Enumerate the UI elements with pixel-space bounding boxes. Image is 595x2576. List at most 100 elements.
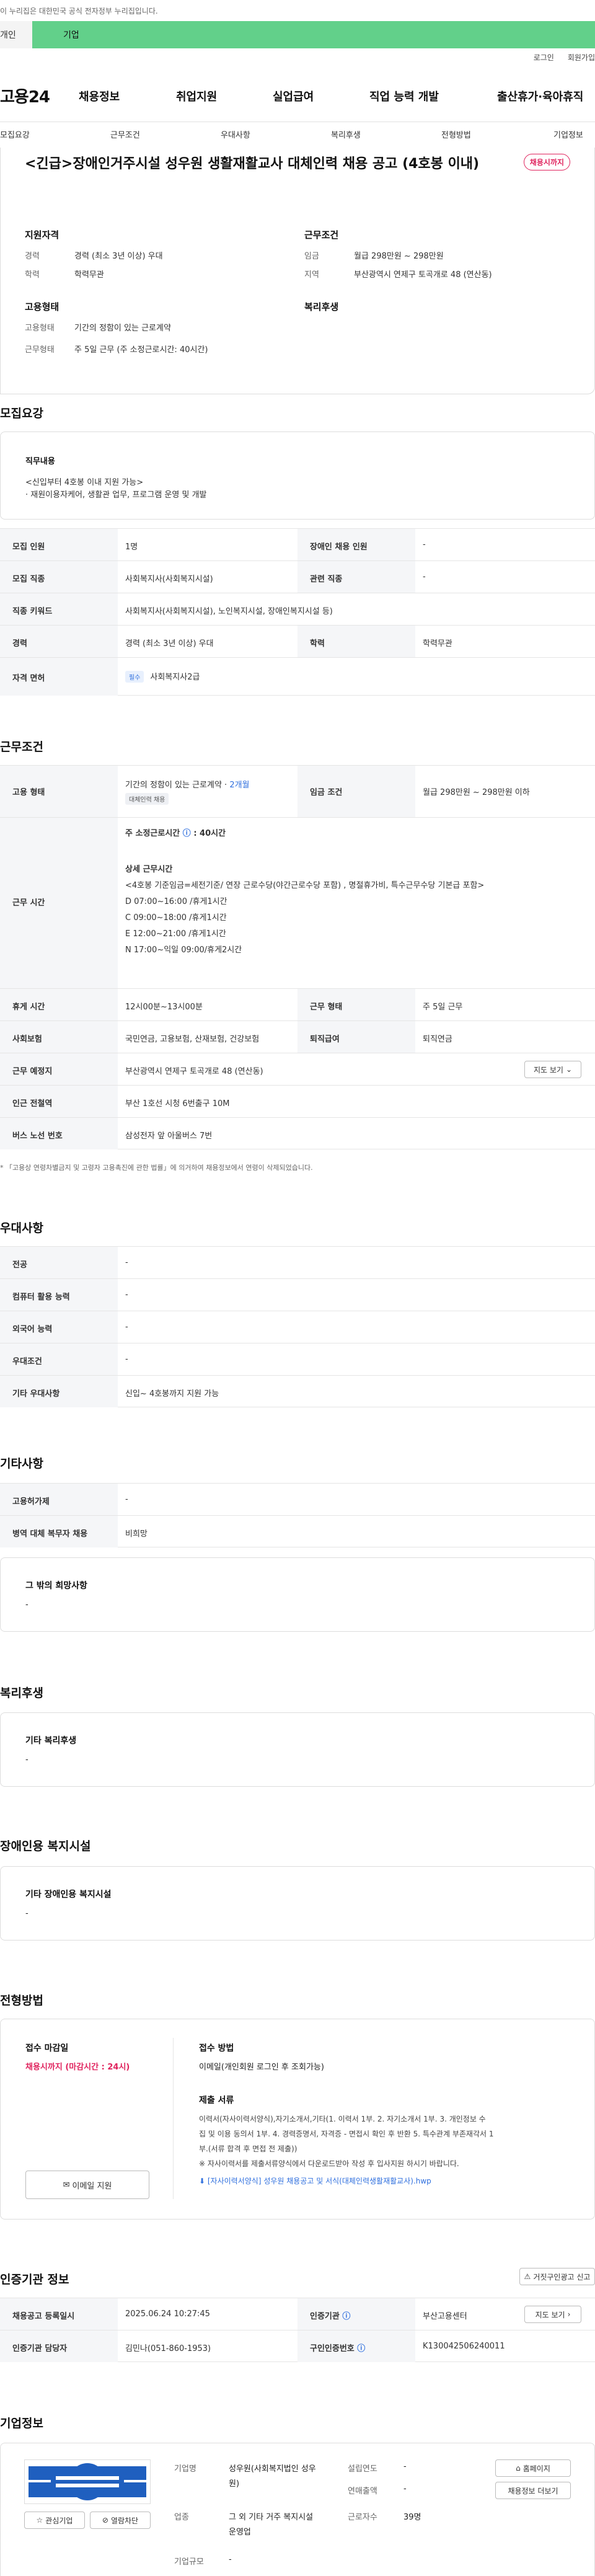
info-icon: ⓘ bbox=[182, 829, 191, 838]
org-map-button[interactable]: 지도 보기 › bbox=[524, 2306, 581, 2323]
block-view-button[interactable]: ⊘ 열람차단 bbox=[90, 2512, 151, 2529]
chevron-down-icon: ⌄ bbox=[565, 1065, 573, 1074]
table-row: 고용허가제 - bbox=[0, 1483, 595, 1515]
utility-links: 로그인 회원가입 bbox=[534, 52, 595, 63]
subnav-work-conditions[interactable]: 근무조건 bbox=[110, 128, 140, 140]
chevron-right-icon: › bbox=[567, 2310, 571, 2319]
nav-unemployment-benefit[interactable]: 실업급여 bbox=[273, 88, 314, 104]
subnav-preferences[interactable]: 우대사항 bbox=[221, 128, 250, 140]
info-icon: ⓘ bbox=[357, 2344, 366, 2353]
login-link[interactable]: 로그인 bbox=[534, 52, 554, 63]
emp-form: 근무형태 주 5일 근무 (주 소정근로시간: 40시간) bbox=[25, 345, 208, 355]
nav-maternity-leave[interactable]: 출산휴가·육아휴직 bbox=[497, 88, 583, 104]
qual-career: 경력 경력 (최소 3년 이상) 우대 bbox=[25, 252, 163, 261]
duty-box: 직무내용 <신입부터 4호봉 이내 지원 가능> · 재원이용자케어, 생활관 … bbox=[0, 432, 595, 520]
cond-wage: 임금 월급 298만원 ~ 298만원 bbox=[304, 252, 444, 261]
disabled-facility-section-title: 장애인용 복지시설 bbox=[0, 1839, 91, 1853]
table-row: 휴게 시간 12시00분~13시00분 근무 형태 주 5일 근무 bbox=[0, 988, 595, 1020]
company-name: 성우원(사회복지법인 성우원) bbox=[229, 2464, 316, 2489]
recruit-section-title: 모집요강 bbox=[0, 407, 43, 420]
subnav-company[interactable]: 기업정보 bbox=[553, 128, 583, 140]
qualification-heading: 지원자격 bbox=[25, 229, 60, 241]
subnav-recruit[interactable]: 모집요강 bbox=[0, 128, 30, 140]
table-row: 컴퓨터 활용 능력 - bbox=[0, 1278, 595, 1311]
job-title: <긴급>장애인거주시설 성우원 생활재활교사 대체인력 채용 공고 (4호봉 이… bbox=[25, 156, 480, 172]
member-type-tabs: 개인 기업 bbox=[0, 21, 595, 48]
attachment-link[interactable]: ⬇ [자사이력서양식] 성우원 채용공고 및 서식(대체인력생활재활교사).hw… bbox=[199, 2175, 431, 2186]
mail-icon: ✉ bbox=[63, 2180, 70, 2190]
condition-heading: 근무조건 bbox=[304, 229, 339, 241]
download-icon: ⬇ bbox=[199, 2177, 208, 2185]
emp-type: 고용형태 기간의 정함이 있는 근로계약 bbox=[25, 324, 171, 333]
nav-employment-support[interactable]: 취업지원 bbox=[176, 88, 217, 104]
method-value: 이메일(개인회원 로그인 후 조회가능) bbox=[199, 2063, 324, 2072]
home-icon: ⌂ bbox=[516, 2464, 521, 2472]
divider bbox=[173, 2038, 174, 2199]
required-badge: 필수 bbox=[125, 671, 144, 683]
more-jobs-button[interactable]: 채용정보 더보기 bbox=[495, 2482, 571, 2499]
email-apply-button[interactable]: ✉ 이메일 지원 bbox=[25, 2171, 149, 2199]
report-fake-ad-button[interactable]: ⚠ 거짓구인광고 신고 bbox=[519, 2268, 595, 2285]
tab-personal[interactable]: 개인 bbox=[0, 21, 32, 48]
welfare-heading: 복리후생 bbox=[304, 301, 339, 312]
etc-section-title: 기타사항 bbox=[0, 1457, 43, 1471]
block-icon: ⊘ bbox=[102, 2516, 108, 2525]
deadline-heading: 접수 마감일 bbox=[25, 2043, 69, 2053]
process-section-title: 전형방법 bbox=[0, 1994, 43, 2007]
company-logo bbox=[24, 2459, 151, 2504]
gov-notice-bar: 이 누리집은 대한민국 공식 전자정부 누리집입니다. bbox=[0, 0, 595, 21]
table-row: 직종 키워드 사회복지사(사회복지시설), 노인복지시설, 장애인복지시설 등) bbox=[0, 593, 595, 625]
age-footnote: * 「고용상 연령차별금지 및 고령자 고용촉진에 관한 법률」에 의거하여 채… bbox=[0, 1164, 313, 1172]
deadline-value: 채용시까지 (마감시간 : 24시) bbox=[25, 2063, 130, 2072]
nav-vocational-training[interactable]: 직업 능력 개발 bbox=[369, 88, 439, 104]
table-row: 근무 시간 주 소정근로시간 ⓘ : 40시간 상세 근무시간 <4호봉 기준임… bbox=[0, 817, 595, 988]
table-row: 경력 경력 (최소 3년 이상) 우대 학력 학력무관 bbox=[0, 625, 595, 657]
status-badge: 채용시까지 bbox=[523, 154, 570, 170]
gov-notice-text: 이 누리집은 대한민국 공식 전자정부 누리집입니다. bbox=[0, 7, 158, 15]
table-row: 병역 대체 복무자 채용 비희망 bbox=[0, 1515, 595, 1547]
table-row: 고용 형태 기간의 정함이 있는 근로계약 · 2개월 대체인력 채용 임금 조… bbox=[0, 765, 595, 817]
employment-type-heading: 고용형태 bbox=[25, 301, 60, 312]
nav-job-info[interactable]: 채용정보 bbox=[79, 88, 120, 104]
duty-line: <신입부터 4호봉 이내 지원 가능> bbox=[25, 478, 144, 487]
cond-region: 지역 부산광역시 연제구 토곡개로 48 (연산동) bbox=[304, 270, 492, 280]
tab-company[interactable]: 기업 bbox=[32, 21, 595, 48]
table-row: 모집 직종 사회복지사(사회복지시설) 관련 직종 - bbox=[0, 560, 595, 593]
method-heading: 접수 방법 bbox=[199, 2043, 234, 2053]
other-wish-box: 그 밖의 희망사항 - bbox=[0, 1557, 595, 1632]
qual-education: 학력 학력무관 bbox=[25, 270, 104, 280]
signup-link[interactable]: 회원가입 bbox=[568, 52, 595, 63]
welfare-box: 기타 복리후생 - bbox=[0, 1712, 595, 1787]
table-row: 사회보험 국민연금, 고용보험, 산재보험, 건강보험 퇴직급여 퇴직연금 bbox=[0, 1020, 595, 1053]
table-row: 모집 인원 1명 장애인 채용 인원 - bbox=[0, 528, 595, 560]
table-row: 인증기관 담당자 김민나(051-860-1953) 구인인증번호 ⓘ K130… bbox=[0, 2330, 595, 2362]
table-row: 근무 예정지 부산광역시 연제구 토곡개로 48 (연산동) 지도 보기 ⌄ bbox=[0, 1053, 595, 1085]
subnav-welfare[interactable]: 복리후생 bbox=[331, 128, 361, 140]
company-box: ☆ 관심기업 ⊘ 열람차단 기업명 성우원(사회복지법인 성우원) 설립연도 - 연… bbox=[0, 2443, 595, 2576]
table-row: 우대조건 - bbox=[0, 1343, 595, 1375]
star-icon: ☆ bbox=[36, 2516, 43, 2525]
disabled-facility-box: 기타 장애인용 복지시설 - bbox=[0, 1866, 595, 1941]
favorite-company-button[interactable]: ☆ 관심기업 bbox=[24, 2512, 85, 2529]
process-box: 접수 마감일 채용시까지 (마감시간 : 24시) ✉ 이메일 지원 접수 방법 … bbox=[0, 2019, 595, 2220]
table-row: 기타 우대사항 신입~ 4호봉까지 지원 가능 bbox=[0, 1375, 595, 1407]
subnav-process[interactable]: 전형방법 bbox=[441, 128, 471, 140]
homepage-button[interactable]: ⌂ 홈페이지 bbox=[495, 2459, 571, 2477]
info-icon: ⓘ bbox=[342, 2312, 351, 2321]
welfare-section-title: 복리후생 bbox=[0, 1686, 43, 1700]
work-section-title: 근무조건 bbox=[0, 740, 43, 754]
table-row: 버스 노선 번호 삼성전자 앞 아울버스 7번 bbox=[0, 1117, 595, 1149]
preference-section-title: 우대사항 bbox=[0, 1221, 43, 1235]
warning-icon: ⚠ bbox=[524, 2272, 531, 2281]
table-row: 인근 전철역 부산 1호선 시청 6번출구 10M bbox=[0, 1085, 595, 1117]
documents-heading: 제출 서류 bbox=[199, 2096, 234, 2105]
duty-heading: 직무내용 bbox=[25, 457, 55, 466]
table-row: 전공 - bbox=[0, 1246, 595, 1278]
substitute-badge: 대체인력 채용 bbox=[125, 793, 169, 805]
table-row: 외국어 능력 - bbox=[0, 1311, 595, 1343]
cert-section-title: 인증기관 정보 bbox=[0, 2273, 69, 2286]
company-section-title: 기업정보 bbox=[0, 2417, 43, 2430]
site-logo[interactable]: 고용24 bbox=[0, 84, 50, 107]
company-industry: 그 외 기타 거주 복지시설 운영업 bbox=[229, 2513, 314, 2537]
map-button[interactable]: 지도 보기 ⌄ bbox=[524, 1061, 581, 1078]
